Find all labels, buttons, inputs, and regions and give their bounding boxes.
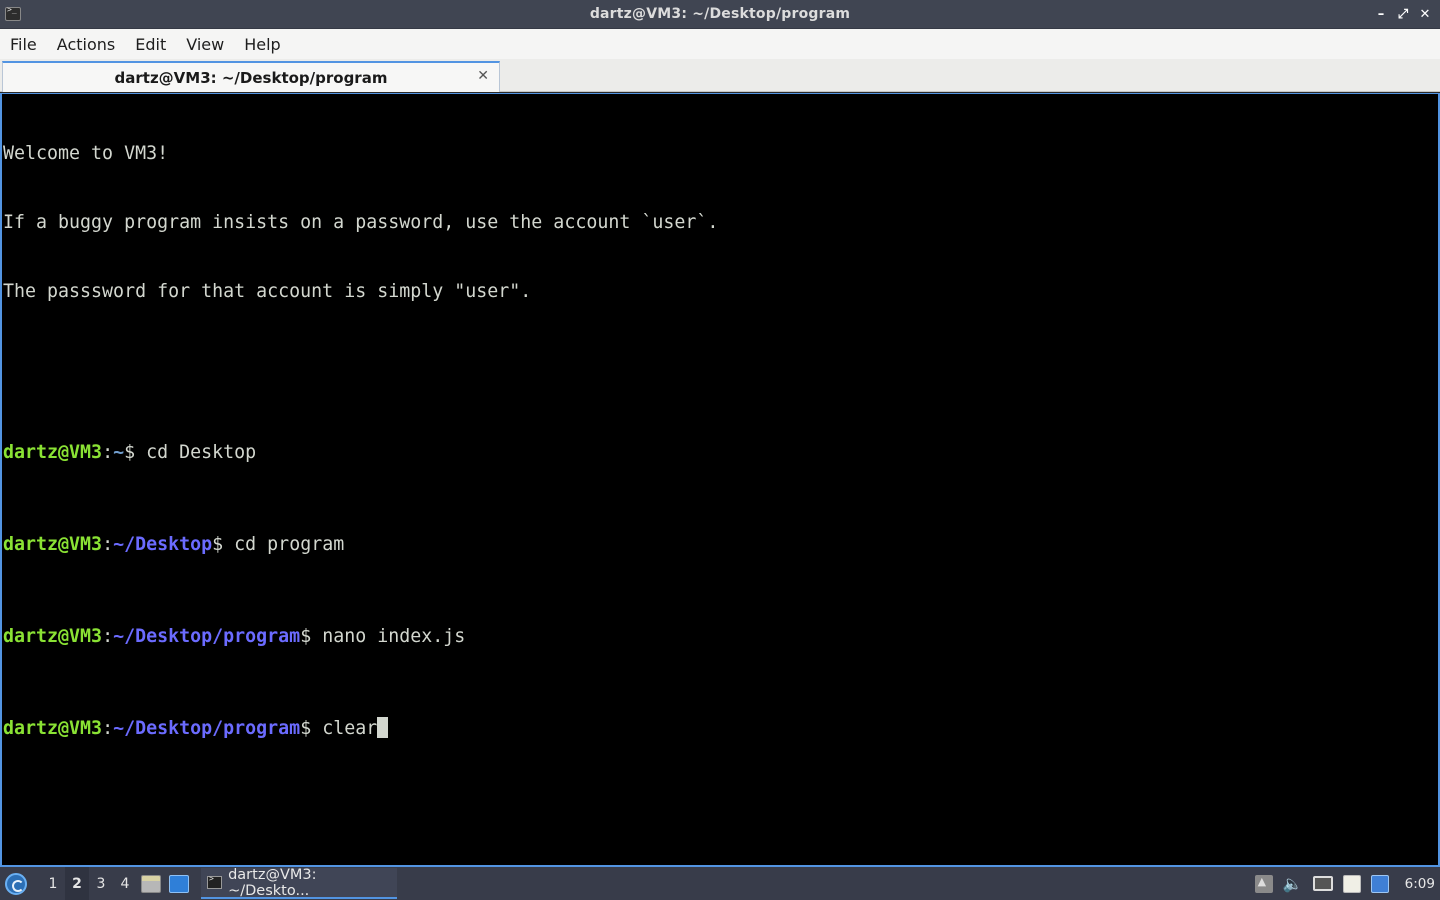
command-line-current[interactable]: dartz@VM3:~/Desktop/program$ clear: [3, 717, 1438, 740]
motd-line: If a buggy program insists on a password…: [3, 212, 719, 233]
volume-icon[interactable]: 🔈: [1283, 874, 1303, 893]
workspace-1[interactable]: 1: [41, 867, 65, 900]
terminal-icon: [207, 874, 223, 889]
window-title: dartz@VM3: ~/Desktop/program: [589, 6, 851, 22]
network-icon[interactable]: [1312, 876, 1333, 891]
show-desktop-icon[interactable]: [169, 874, 189, 893]
file-manager-icon[interactable]: [141, 874, 161, 893]
menu-bar: File Actions Edit View Help: [0, 29, 1440, 59]
prompt-path: ~/Desktop/program: [113, 718, 301, 739]
prompt-dollar: $: [300, 626, 312, 647]
prompt-separator: :: [102, 718, 114, 739]
motd-line: Welcome to VM3!: [3, 143, 169, 164]
prompt-dollar: $: [212, 534, 224, 555]
prompt-user: dartz@VM3: [3, 442, 103, 463]
update-notifier-icon[interactable]: [1370, 874, 1389, 893]
prompt-dollar: $: [124, 442, 136, 463]
prompt-separator: :: [102, 626, 114, 647]
tab-terminal[interactable]: dartz@VM3: ~/Desktop/program ✕: [2, 61, 500, 92]
close-button[interactable]: ✕: [1418, 4, 1432, 24]
window-controls: – ⤢ ✕: [1374, 4, 1432, 24]
minimize-button[interactable]: –: [1374, 4, 1388, 24]
prompt-path: ~/Desktop: [113, 534, 213, 555]
menu-edit[interactable]: Edit: [125, 35, 176, 54]
tray-expand-icon[interactable]: [1254, 874, 1273, 893]
clipboard-icon[interactable]: [1342, 874, 1361, 893]
prompt-path: ~/Desktop/program: [113, 626, 301, 647]
menu-file[interactable]: File: [0, 35, 47, 54]
menu-help[interactable]: Help: [234, 35, 290, 54]
tab-label: dartz@VM3: ~/Desktop/program: [114, 68, 388, 87]
window-titlebar[interactable]: dartz@VM3: ~/Desktop/program – ⤢ ✕: [0, 0, 1440, 29]
prompt-user: dartz@VM3: [3, 534, 103, 555]
prompt-user: dartz@VM3: [3, 626, 103, 647]
terminal-app-icon[interactable]: [5, 5, 21, 21]
tab-close-icon[interactable]: ✕: [477, 68, 489, 84]
taskbar: 1 2 3 4 dartz@VM3: ~/Deskto... 🔈 6:09: [0, 867, 1440, 900]
system-tray: 🔈 6:09: [1254, 874, 1440, 893]
command-text: cd program: [223, 534, 345, 555]
prompt-user: dartz@VM3: [3, 718, 103, 739]
terminal-output[interactable]: Welcome to VM3! If a buggy program insis…: [0, 93, 1440, 867]
workspace-2[interactable]: 2: [65, 867, 89, 900]
command-line: dartz@VM3:~/Desktop$ cd program: [3, 533, 1438, 556]
command-text: nano index.js: [311, 626, 466, 647]
tab-bar: dartz@VM3: ~/Desktop/program ✕: [0, 59, 1440, 92]
menu-view[interactable]: View: [176, 35, 234, 54]
prompt-separator: :: [102, 534, 114, 555]
clock[interactable]: 6:09: [1405, 876, 1435, 892]
command-input[interactable]: clear: [311, 718, 377, 739]
command-line: dartz@VM3:~$ cd Desktop: [3, 441, 1438, 464]
start-menu-icon[interactable]: [5, 872, 27, 895]
text-cursor: [377, 717, 389, 738]
menu-actions[interactable]: Actions: [47, 35, 125, 54]
command-text: cd Desktop: [135, 442, 257, 463]
workspace-3[interactable]: 3: [89, 867, 113, 900]
task-label: dartz@VM3: ~/Deskto...: [228, 866, 317, 899]
taskbar-task-terminal[interactable]: dartz@VM3: ~/Deskto...: [201, 866, 397, 899]
workspace-4[interactable]: 4: [113, 867, 137, 900]
prompt-path: ~: [113, 442, 125, 463]
prompt-separator: :: [102, 442, 114, 463]
motd-line: The passsword for that account is simply…: [3, 281, 532, 302]
prompt-dollar: $: [300, 718, 312, 739]
command-line: dartz@VM3:~/Desktop/program$ nano index.…: [3, 625, 1438, 648]
maximize-button[interactable]: ⤢: [1396, 4, 1410, 24]
